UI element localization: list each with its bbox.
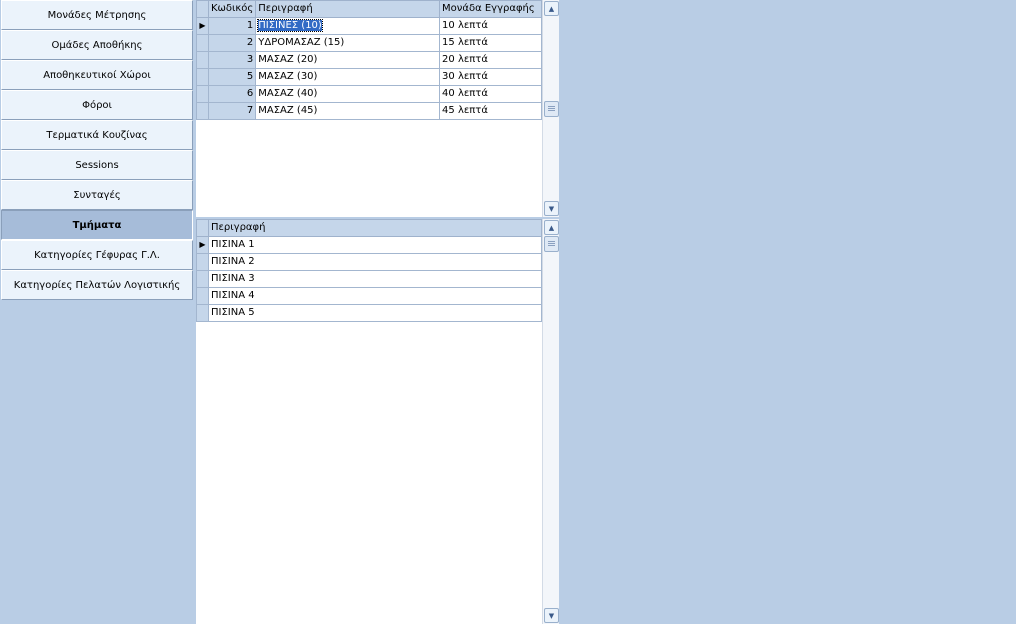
code-cell[interactable]: 2 — [207, 34, 257, 52]
nav-button-label: Συνταγές — [73, 189, 121, 201]
department-items-table: Περιγραφή ▶ ΠΙΣΙΝΑ 1 ΠΙΣΙΝΑ 2 ΠΙΣΙΝΑ 3 Π… — [196, 219, 542, 322]
table-row[interactable]: 6 ΜΑΣΑΖ (40) 40 λεπτά — [196, 85, 542, 103]
description-cell[interactable]: ΠΙΣΙΝΑ 4 — [208, 287, 542, 305]
description-cell[interactable]: ΜΑΣΑΖ (20) — [255, 51, 441, 69]
row-indicator — [196, 68, 209, 86]
arrow-up-icon: ▲ — [548, 4, 555, 13]
table-row[interactable]: ΠΙΣΙΝΑ 3 — [196, 270, 542, 288]
nav-button-storage-locations[interactable]: Αποθηκευτικοί Χώροι — [1, 60, 193, 90]
code-cell[interactable]: 7 — [207, 102, 257, 120]
nav-button-label: Ομάδες Αποθήκης — [51, 39, 143, 51]
nav-button-kitchen-terminals[interactable]: Τερματικά Κουζίνας — [1, 120, 193, 150]
description-cell[interactable]: ΠΙΣΙΝΕΣ (10) — [255, 17, 441, 35]
unit-cell[interactable]: 10 λεπτά — [439, 17, 542, 35]
nav-button-label: Μονάδες Μέτρησης — [47, 9, 147, 21]
nav-button-customer-categories[interactable]: Κατηγορίες Πελατών Λογιστικής — [1, 270, 193, 300]
scroll-up-button[interactable]: ▲ — [544, 1, 559, 16]
bottom-grid-scrollbar[interactable]: ▲ ▼ — [542, 219, 559, 624]
scroll-thumb[interactable] — [544, 236, 559, 252]
description-cell[interactable]: ΜΑΣΑΖ (30) — [255, 68, 441, 86]
nav-button-sessions[interactable]: Sessions — [1, 150, 193, 180]
description-cell[interactable]: ΠΙΣΙΝΑ 1 — [208, 236, 542, 254]
table-row[interactable]: ΠΙΣΙΝΑ 2 — [196, 253, 542, 271]
table-row[interactable]: ΠΙΣΙΝΑ 4 — [196, 287, 542, 305]
nav-button-label: Φόροι — [82, 99, 112, 111]
current-row-indicator-icon: ▶ — [196, 236, 209, 254]
scroll-down-button[interactable]: ▼ — [544, 201, 559, 216]
row-indicator — [196, 34, 209, 52]
nav-button-label: Αποθηκευτικοί Χώροι — [43, 69, 151, 81]
table-row[interactable]: 3 ΜΑΣΑΖ (20) 20 λεπτά — [196, 51, 542, 69]
table-header-row: Κωδικός Περιγραφή Μονάδα Εγγραφής — [196, 0, 542, 18]
code-cell[interactable]: 5 — [207, 68, 257, 86]
row-indicator — [196, 253, 209, 271]
arrow-up-icon: ▲ — [548, 223, 555, 232]
column-header-unit[interactable]: Μονάδα Εγγραφής — [439, 0, 542, 18]
nav-button-taxes[interactable]: Φόροι — [1, 90, 193, 120]
row-indicator — [196, 85, 209, 103]
departments-table: Κωδικός Περιγραφή Μονάδα Εγγραφής ▶ 1 ΠΙ… — [196, 0, 542, 120]
nav-button-label: Τερματικά Κουζίνας — [46, 129, 148, 141]
table-row[interactable]: 2 ΥΔΡΟΜΑΣΑΖ (15) 15 λεπτά — [196, 34, 542, 52]
code-cell[interactable]: 6 — [207, 85, 257, 103]
scroll-thumb[interactable] — [544, 101, 559, 117]
unit-cell[interactable]: 15 λεπτά — [439, 34, 542, 52]
table-row[interactable]: 5 ΜΑΣΑΖ (30) 30 λεπτά — [196, 68, 542, 86]
table-row[interactable]: ▶ 1 ΠΙΣΙΝΕΣ (10) 10 λεπτά — [196, 17, 542, 35]
row-indicator — [196, 102, 209, 120]
description-cell[interactable]: ΠΙΣΙΝΑ 5 — [208, 304, 542, 322]
unit-cell[interactable]: 45 λεπτά — [439, 102, 542, 120]
table-row[interactable]: ▶ ΠΙΣΙΝΑ 1 — [196, 236, 542, 254]
top-grid-scrollbar[interactable]: ▲ ▼ — [542, 0, 559, 217]
nav-button-recipes[interactable]: Συνταγές — [1, 180, 193, 210]
column-header-description[interactable]: Περιγραφή — [255, 0, 441, 18]
departments-grid[interactable]: Κωδικός Περιγραφή Μονάδα Εγγραφής ▶ 1 ΠΙ… — [196, 0, 542, 217]
nav-button-label: Κατηγορίες Γέφυρας Γ.Λ. — [34, 249, 160, 261]
row-indicator-header — [196, 0, 209, 18]
row-indicator — [196, 270, 209, 288]
nav-button-units[interactable]: Μονάδες Μέτρησης — [1, 0, 193, 30]
row-indicator — [196, 304, 209, 322]
description-cell[interactable]: ΜΑΣΑΖ (40) — [255, 85, 441, 103]
row-indicator — [196, 51, 209, 69]
table-row[interactable]: ΠΙΣΙΝΑ 5 — [196, 304, 542, 322]
left-nav-panel: Μονάδες Μέτρησης Ομάδες Αποθήκης Αποθηκε… — [0, 0, 196, 624]
nav-button-label: Κατηγορίες Πελατών Λογιστικής — [13, 279, 181, 291]
description-cell[interactable]: ΜΑΣΑΖ (45) — [255, 102, 441, 120]
description-cell[interactable]: ΠΙΣΙΝΑ 2 — [208, 253, 542, 271]
row-indicator — [196, 287, 209, 305]
scroll-up-button[interactable]: ▲ — [544, 220, 559, 235]
scroll-down-button[interactable]: ▼ — [544, 608, 559, 623]
arrow-down-icon: ▼ — [548, 611, 555, 620]
nav-button-label: Τμήματα — [72, 219, 122, 231]
code-cell[interactable]: 1 — [207, 17, 257, 35]
nav-button-departments[interactable]: Τμήματα — [1, 210, 193, 240]
nav-button-warehouse-groups[interactable]: Ομάδες Αποθήκης — [1, 30, 193, 60]
unit-cell[interactable]: 40 λεπτά — [439, 85, 542, 103]
nav-button-bridge-categories[interactable]: Κατηγορίες Γέφυρας Γ.Λ. — [1, 240, 193, 270]
column-header-description[interactable]: Περιγραφή — [208, 219, 542, 237]
table-header-row: Περιγραφή — [196, 219, 542, 237]
column-header-code[interactable]: Κωδικός — [207, 0, 257, 18]
department-items-grid[interactable]: Περιγραφή ▶ ΠΙΣΙΝΑ 1 ΠΙΣΙΝΑ 2 ΠΙΣΙΝΑ 3 Π… — [196, 219, 542, 624]
selected-cell-text: ΠΙΣΙΝΕΣ (10) — [257, 19, 323, 32]
table-row[interactable]: 7 ΜΑΣΑΖ (45) 45 λεπτά — [196, 102, 542, 120]
arrow-down-icon: ▼ — [548, 204, 555, 213]
unit-cell[interactable]: 30 λεπτά — [439, 68, 542, 86]
code-cell[interactable]: 3 — [207, 51, 257, 69]
description-cell[interactable]: ΥΔΡΟΜΑΣΑΖ (15) — [255, 34, 441, 52]
row-indicator-header — [196, 219, 209, 237]
nav-button-label: Sessions — [75, 159, 119, 171]
description-cell[interactable]: ΠΙΣΙΝΑ 3 — [208, 270, 542, 288]
current-row-indicator-icon: ▶ — [196, 17, 209, 35]
unit-cell[interactable]: 20 λεπτά — [439, 51, 542, 69]
